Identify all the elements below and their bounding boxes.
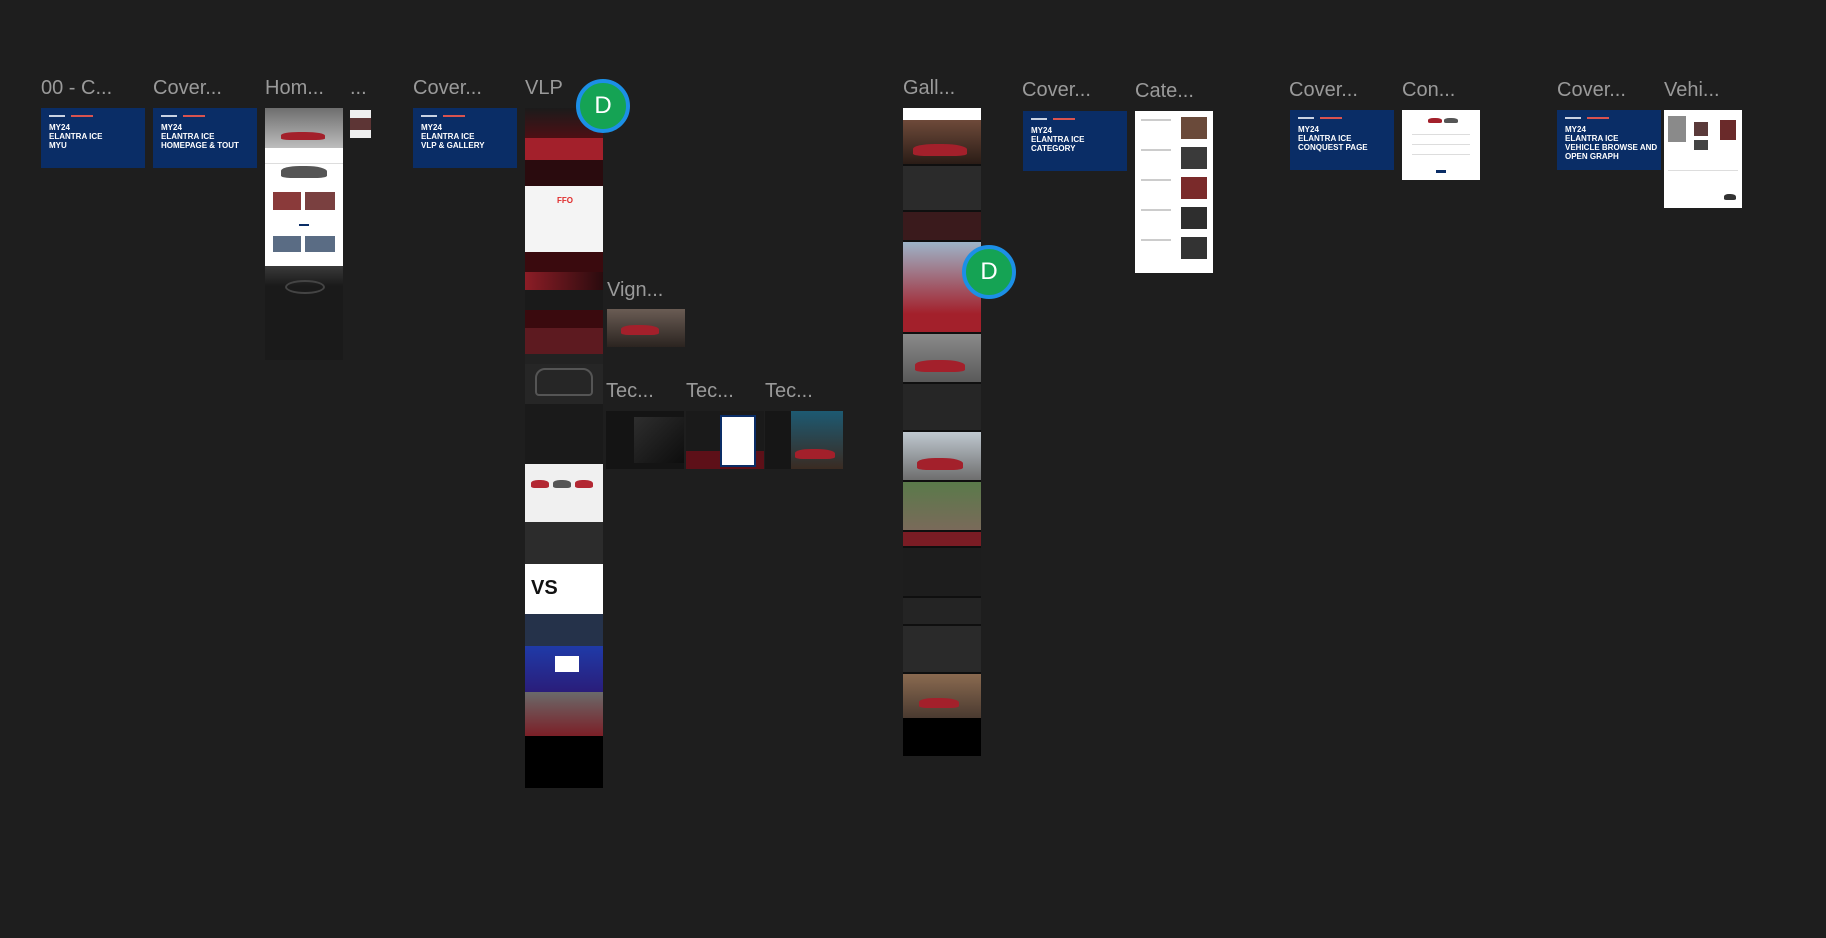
frame-label-cover-category[interactable]: Cover... (1022, 80, 1091, 100)
vignette-frame[interactable] (607, 309, 685, 347)
frame-label-tech-1[interactable]: Tec... (606, 381, 654, 401)
tout-image (273, 192, 301, 210)
tech-frame-3[interactable] (765, 411, 843, 469)
cover-title: MY24 ELANTRA ICE HOMEPAGE & TOUT (161, 123, 239, 150)
ffo-placeholder: FFO (557, 196, 573, 205)
frame-label-cover-homepage[interactable]: Cover... (153, 78, 222, 98)
brand-logos (421, 113, 509, 118)
cover-frame-homepage[interactable]: MY24 ELANTRA ICE HOMEPAGE & TOUT (153, 108, 257, 168)
frame-label-myu[interactable]: 00 - C... (41, 78, 112, 98)
frame-label-conquest[interactable]: Con... (1402, 80, 1455, 100)
brand-logos (1298, 115, 1386, 120)
tout-image (305, 192, 335, 210)
homepage-frame[interactable] (265, 108, 343, 360)
vs-label: VS (531, 577, 558, 599)
user-avatar[interactable]: D (576, 79, 630, 133)
frame-label-tech-2[interactable]: Tec... (686, 381, 734, 401)
brand-logos (1565, 115, 1653, 120)
cover-frame-vlp[interactable]: MY24 ELANTRA ICE VLP & GALLERY (413, 108, 517, 168)
cover-title: MY24 ELANTRA ICE CATEGORY (1031, 126, 1085, 153)
frame-label-vehicle-browse[interactable]: Vehi... (1664, 80, 1720, 100)
brand-logos (161, 113, 249, 118)
tout-image (305, 236, 335, 252)
small-frame[interactable] (350, 110, 371, 138)
tech-frame-1[interactable] (606, 411, 684, 469)
cover-frame-vehicle-browse[interactable]: MY24 ELANTRA ICE VEHICLE BROWSE AND OPEN… (1557, 110, 1661, 170)
frame-label-cover-vlp[interactable]: Cover... (413, 78, 482, 98)
cover-frame-myu[interactable]: MY24 ELANTRA ICE MYU (41, 108, 145, 168)
car-image (281, 166, 327, 178)
frame-label-small[interactable]: ... (350, 78, 367, 98)
vlp-frame[interactable]: FFO VS (525, 108, 603, 788)
gallery-frame[interactable] (903, 108, 981, 756)
vehicle-browse-frame[interactable] (1664, 110, 1742, 208)
conquest-frame[interactable] (1402, 110, 1480, 180)
brand-logos (49, 113, 137, 118)
cover-title: MY24 ELANTRA ICE VEHICLE BROWSE AND OPEN… (1565, 125, 1658, 161)
frame-label-vlp[interactable]: VLP (525, 78, 563, 98)
cover-frame-conquest[interactable]: MY24 ELANTRA ICE CONQUEST PAGE (1290, 110, 1394, 170)
cover-title: MY24 ELANTRA ICE CONQUEST PAGE (1298, 125, 1368, 152)
user-avatar[interactable]: D (962, 245, 1016, 299)
frame-label-cover-vehicle-browse[interactable]: Cover... (1557, 80, 1626, 100)
tout-image (273, 236, 301, 252)
frame-label-homepage[interactable]: Hom... (265, 78, 324, 98)
hero-image (525, 138, 603, 160)
tech-frame-2[interactable] (686, 411, 764, 469)
cover-title: MY24 ELANTRA ICE MYU (49, 123, 103, 150)
frame-label-vignette[interactable]: Vign... (607, 280, 663, 300)
cover-title: MY24 ELANTRA ICE VLP & GALLERY (421, 123, 485, 150)
cover-frame-category[interactable]: MY24 ELANTRA ICE CATEGORY (1023, 111, 1127, 171)
frame-label-cover-conquest[interactable]: Cover... (1289, 80, 1358, 100)
frame-label-tech-3[interactable]: Tec... (765, 381, 813, 401)
brand-logos (1031, 116, 1119, 121)
category-frame[interactable] (1135, 111, 1213, 273)
frame-label-gallery[interactable]: Gall... (903, 78, 955, 98)
hero-image (265, 108, 343, 148)
frame-label-category[interactable]: Cate... (1135, 81, 1194, 101)
